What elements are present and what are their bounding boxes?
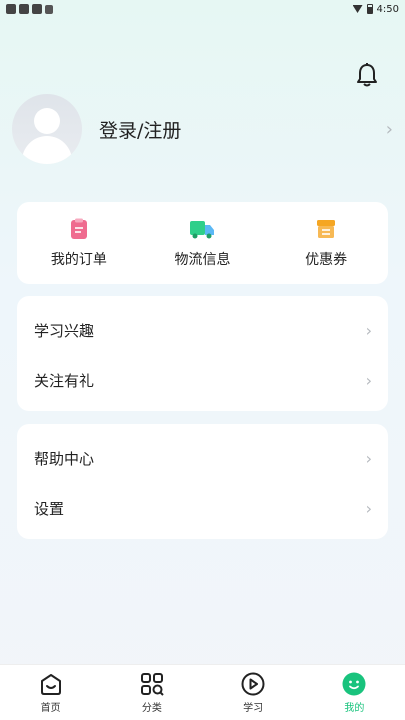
chevron-right-icon: › <box>365 448 372 468</box>
quick-item-label: 优惠券 <box>305 251 348 268</box>
bell-icon[interactable] <box>356 62 378 88</box>
wifi-icon <box>352 5 363 13</box>
menu-item-follow-gift[interactable]: 关注有礼 › <box>17 355 388 405</box>
profile-login-row[interactable]: 登录/注册 › <box>12 92 393 166</box>
menu-item-settings[interactable]: 设置 › <box>17 483 388 533</box>
menu-item-help-center[interactable]: 帮助中心 › <box>17 433 388 483</box>
coupon-icon <box>317 219 336 238</box>
menu-item-label: 学习兴趣 <box>34 321 95 340</box>
quick-item-label: 我的订单 <box>50 251 107 268</box>
menu-item-learning-interest[interactable]: 学习兴趣 › <box>17 305 388 355</box>
menu-item-label: 设置 <box>34 499 65 518</box>
bottom-tab-bar: 首页 分类 学习 我的 <box>0 664 405 720</box>
tab-mine[interactable]: 我的 <box>314 671 394 714</box>
notification-icon <box>45 4 53 14</box>
tab-study[interactable]: 学习 <box>213 671 293 714</box>
tab-label: 学习 <box>243 703 264 714</box>
notification-icon <box>32 4 42 14</box>
menu-card-support: 帮助中心 › 设置 › <box>17 424 388 539</box>
notification-icon <box>6 4 16 14</box>
play-icon <box>241 672 265 696</box>
avatar[interactable] <box>12 94 82 164</box>
status-time: 4:50 <box>376 3 399 15</box>
quick-item-orders[interactable]: 我的订单 <box>29 218 129 269</box>
chevron-right-icon: › <box>385 118 393 140</box>
category-icon <box>140 673 164 696</box>
menu-card-learning: 学习兴趣 › 关注有礼 › <box>17 296 388 411</box>
tab-home[interactable]: 首页 <box>11 671 91 714</box>
tab-label: 首页 <box>40 703 61 714</box>
quick-item-logistics[interactable]: 物流信息 <box>152 218 252 269</box>
notification-icon <box>19 4 29 14</box>
tab-label: 我的 <box>344 703 365 714</box>
truck-icon <box>190 220 215 238</box>
chevron-right-icon: › <box>365 320 372 340</box>
quick-actions-card: 我的订单 物流信息 优惠券 <box>17 202 388 284</box>
order-icon <box>70 218 87 239</box>
login-register-label[interactable]: 登录/注册 <box>99 116 386 143</box>
battery-icon <box>366 4 373 14</box>
quick-item-coupons[interactable]: 优惠券 <box>276 218 376 269</box>
chevron-right-icon: › <box>365 370 372 390</box>
tab-category[interactable]: 分类 <box>112 671 192 714</box>
quick-item-label: 物流信息 <box>174 251 231 268</box>
home-icon <box>40 674 61 695</box>
menu-item-label: 关注有礼 <box>34 371 95 390</box>
chevron-right-icon: › <box>365 498 372 518</box>
status-bar: 4:50 <box>0 0 405 18</box>
profile-face-icon <box>342 672 366 696</box>
status-notifications <box>6 4 53 14</box>
menu-item-label: 帮助中心 <box>34 449 95 468</box>
tab-label: 分类 <box>141 703 162 714</box>
